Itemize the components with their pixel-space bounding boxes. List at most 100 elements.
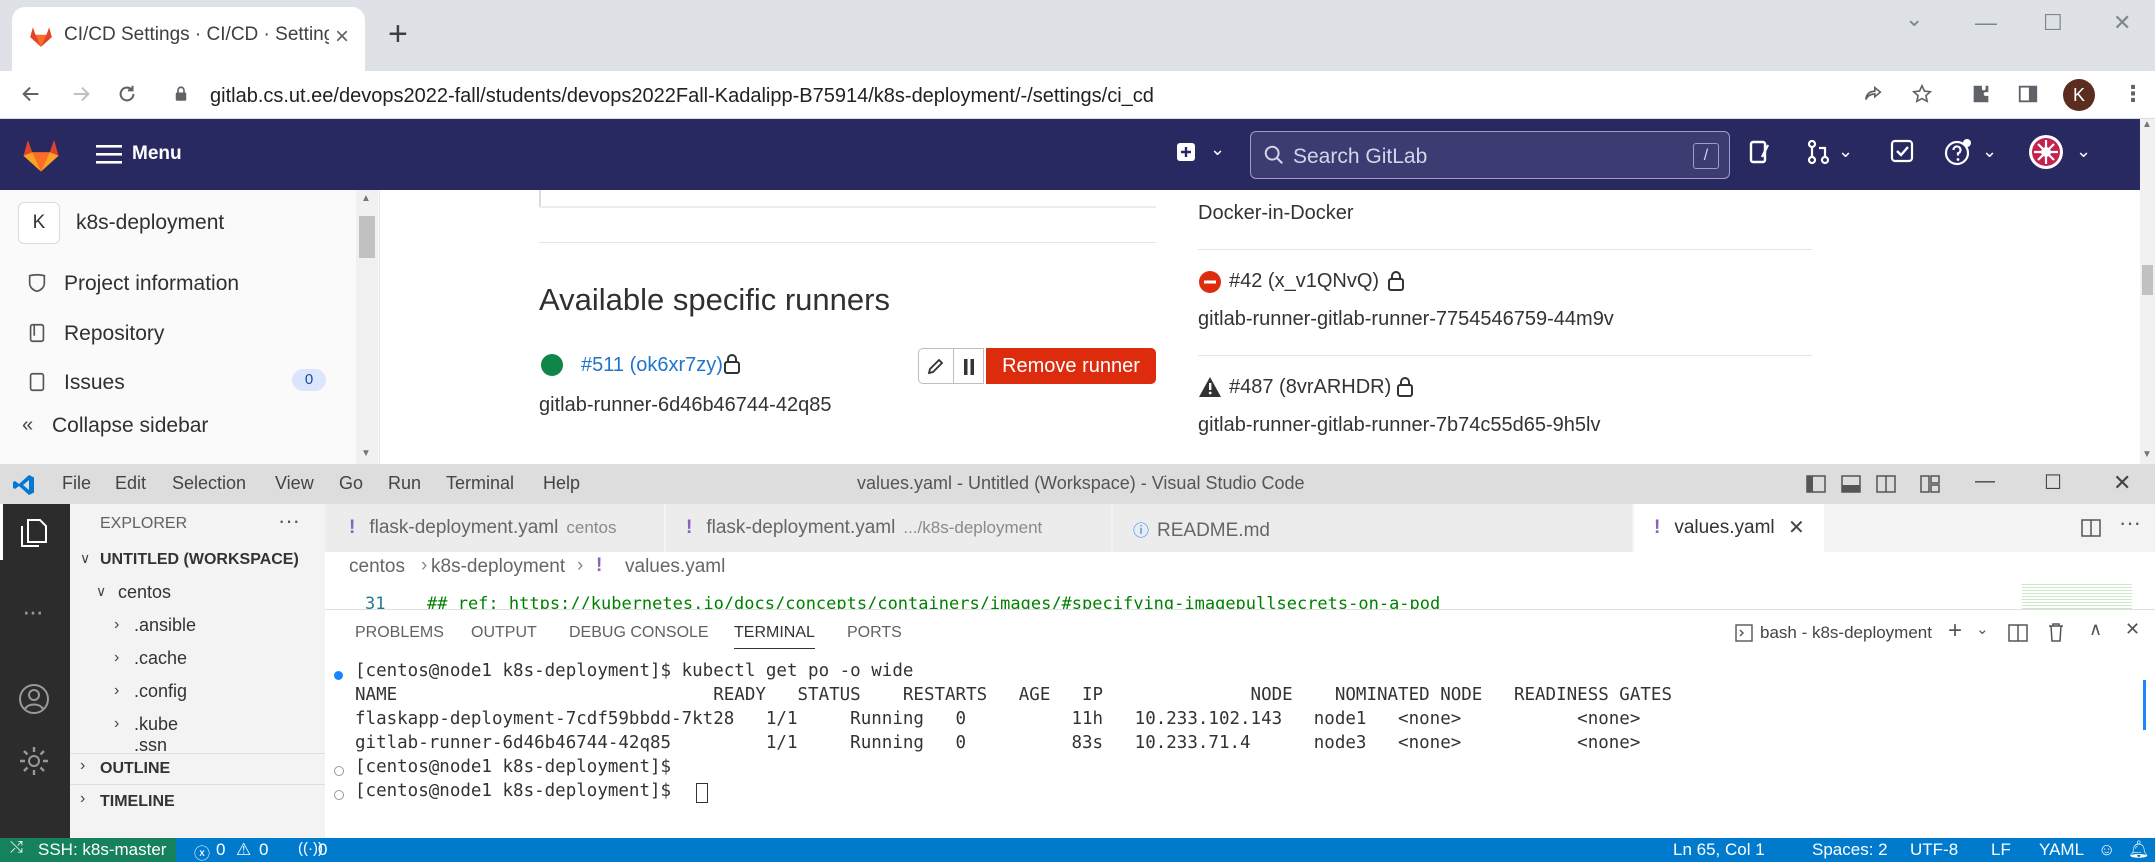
help-icon[interactable] bbox=[1944, 139, 1972, 167]
timeline-section[interactable]: TIMELINE bbox=[100, 793, 175, 811]
breadcrumb-centos[interactable]: centos bbox=[349, 556, 405, 578]
explorer-icon[interactable] bbox=[17, 516, 51, 550]
ports-count[interactable]: 0 bbox=[318, 840, 327, 860]
issues-icon[interactable] bbox=[1748, 139, 1772, 165]
chevron-down-icon[interactable]: ⌄ bbox=[1210, 139, 1225, 160]
menu-view[interactable]: View bbox=[275, 473, 314, 494]
menu-file[interactable]: File bbox=[62, 473, 91, 494]
browser-tab[interactable]: CI/CD Settings · CI/CD · Settings × bbox=[12, 7, 365, 71]
collapse-sidebar-button[interactable]: Collapse sidebar bbox=[52, 414, 208, 438]
page-scrollbar[interactable]: ▲ ▼ bbox=[2140, 119, 2155, 464]
menu-run[interactable]: Run bbox=[388, 473, 421, 494]
pause-runner-button[interactable] bbox=[954, 348, 984, 384]
outline-section[interactable]: OUTLINE bbox=[100, 760, 170, 778]
close-tab-icon[interactable]: × bbox=[335, 25, 349, 49]
more-views-icon[interactable]: ··· bbox=[22, 596, 44, 627]
bookmark-star-icon[interactable] bbox=[1905, 77, 1939, 111]
project-name[interactable]: k8s-deployment bbox=[76, 211, 224, 235]
line-ending[interactable]: LF bbox=[1991, 840, 2011, 860]
browser-menu-icon[interactable]: ⋮ bbox=[2122, 81, 2144, 107]
minimize-icon[interactable]: — bbox=[1975, 10, 1997, 36]
editor-area[interactable]: 31 ## ref: https://kubernetes.io/docs/co… bbox=[325, 582, 2155, 609]
menu-help[interactable]: Help bbox=[543, 473, 580, 494]
cursor-position[interactable]: Ln 65, Col 1 bbox=[1673, 840, 1765, 860]
menu-edit[interactable]: Edit bbox=[115, 473, 146, 494]
more-actions-icon[interactable]: ··· bbox=[2119, 510, 2141, 536]
project-avatar[interactable]: K bbox=[18, 202, 60, 244]
workspace-header[interactable]: UNTITLED (WORKSPACE) bbox=[100, 551, 299, 569]
indentation[interactable]: Spaces: 2 bbox=[1812, 840, 1888, 860]
runner-487-label[interactable]: #487 (8vrARHDR) bbox=[1229, 376, 1391, 399]
menu-terminal[interactable]: Terminal bbox=[446, 473, 514, 494]
feedback-icon[interactable]: ☺ bbox=[2098, 840, 2115, 860]
forward-icon[interactable] bbox=[64, 77, 98, 111]
runner-42-label[interactable]: #42 (x_v1QNvQ) bbox=[1229, 270, 1379, 293]
gitlab-menu-label[interactable]: Menu bbox=[132, 143, 182, 165]
remove-runner-button[interactable]: Remove runner bbox=[986, 348, 1156, 384]
breadcrumb-values-yaml[interactable]: values.yaml bbox=[625, 556, 725, 578]
tree-folder-config[interactable]: .config bbox=[134, 681, 187, 702]
panel-tab-debug-console[interactable]: DEBUG CONSOLE bbox=[569, 624, 709, 642]
tree-folder-ansible[interactable]: .ansible bbox=[134, 615, 196, 636]
panel-tab-output[interactable]: OUTPUT bbox=[471, 624, 537, 642]
user-avatar[interactable] bbox=[2028, 134, 2064, 170]
sidebar-item-repository[interactable]: Repository bbox=[64, 322, 164, 346]
address-bar[interactable]: gitlab.cs.ut.ee/devops2022-fall/students… bbox=[210, 85, 1154, 108]
toggle-secondary-sidebar-icon[interactable] bbox=[1876, 475, 1896, 493]
close-window-icon[interactable]: ✕ bbox=[2113, 10, 2131, 36]
share-icon[interactable] bbox=[1856, 77, 1890, 111]
close-window-icon[interactable]: ✕ bbox=[2113, 470, 2131, 496]
customize-layout-icon[interactable] bbox=[1920, 475, 1940, 493]
accounts-icon[interactable] bbox=[17, 682, 51, 716]
chevron-down-icon[interactable]: ⌄ bbox=[1838, 141, 1853, 162]
profile-avatar[interactable]: K bbox=[2063, 79, 2095, 111]
tree-folder-kube[interactable]: .kube bbox=[134, 714, 178, 735]
tab-readme[interactable]: ⓘ README.md bbox=[1113, 504, 1633, 552]
maximize-panel-icon[interactable]: ∧ bbox=[2089, 619, 2102, 640]
sidebar-item-issues[interactable]: Issues bbox=[64, 371, 125, 395]
panel-tab-ports[interactable]: PORTS bbox=[847, 624, 902, 642]
tab-flask-deployment-k8s[interactable]: ! flask-deployment.yaml .../k8s-deployment bbox=[666, 504, 1112, 552]
error-count[interactable]: 0 bbox=[216, 840, 225, 860]
minimize-icon[interactable]: — bbox=[1975, 470, 1995, 493]
minimap[interactable] bbox=[2022, 582, 2132, 609]
terminal-scrollbar[interactable] bbox=[2143, 680, 2153, 730]
chevron-down-icon[interactable]: ⌄ bbox=[1982, 141, 1997, 162]
side-panel-icon[interactable] bbox=[2011, 77, 2045, 111]
tab-flask-deployment-centos[interactable]: ! flask-deployment.yaml centos bbox=[325, 504, 665, 552]
tree-folder-centos[interactable]: centos bbox=[118, 582, 171, 603]
edit-runner-button[interactable] bbox=[918, 348, 954, 384]
trash-icon[interactable] bbox=[2047, 622, 2065, 642]
extensions-icon[interactable] bbox=[1964, 77, 1998, 111]
new-item-icon[interactable] bbox=[1176, 142, 1196, 162]
chevron-down-icon[interactable]: ⌄ bbox=[2076, 141, 2091, 162]
new-tab-icon[interactable]: + bbox=[388, 17, 408, 51]
toggle-panel-icon[interactable] bbox=[1841, 475, 1861, 493]
todos-icon[interactable] bbox=[1890, 139, 1914, 163]
new-terminal-icon[interactable]: + bbox=[1948, 617, 1962, 645]
split-terminal-icon[interactable] bbox=[2008, 623, 2028, 643]
remote-indicator[interactable]: ⤭ SSH: k8s-master bbox=[0, 838, 176, 862]
lock-icon[interactable] bbox=[164, 77, 198, 111]
hamburger-menu-icon[interactable] bbox=[96, 143, 122, 165]
close-panel-icon[interactable]: ✕ bbox=[2125, 619, 2140, 640]
runner-511-link[interactable]: #511 (ok6xr7zy) bbox=[581, 354, 723, 377]
back-icon[interactable] bbox=[14, 77, 48, 111]
gitlab-search-input[interactable]: Search GitLab / bbox=[1250, 131, 1730, 179]
tab-values-yaml[interactable]: ! values.yaml ✕ bbox=[1634, 504, 1825, 552]
terminal-name[interactable]: bash - k8s-deployment bbox=[1760, 623, 1932, 643]
merge-requests-icon[interactable] bbox=[1806, 139, 1832, 165]
menu-selection[interactable]: Selection bbox=[172, 473, 246, 494]
tree-folder-ssh[interactable]: .ssh bbox=[134, 741, 167, 753]
encoding[interactable]: UTF-8 bbox=[1910, 840, 1958, 860]
toggle-sidebar-icon[interactable] bbox=[1806, 475, 1826, 493]
split-editor-icon[interactable] bbox=[2081, 518, 2101, 538]
sidebar-scrollbar[interactable]: ▲ ▼ bbox=[356, 190, 378, 464]
breadcrumb-k8s-deployment[interactable]: k8s-deployment bbox=[431, 556, 565, 578]
maximize-icon[interactable]: ☐ bbox=[2044, 470, 2062, 495]
terminal-output[interactable]: [centos@node1 k8s-deployment]$ kubectl g… bbox=[325, 660, 2125, 830]
language-mode[interactable]: YAML bbox=[2039, 840, 2084, 860]
chevron-down-icon[interactable]: ⌄ bbox=[1976, 620, 1989, 638]
settings-gear-icon[interactable] bbox=[17, 744, 51, 778]
gitlab-logo-icon[interactable] bbox=[20, 133, 62, 175]
